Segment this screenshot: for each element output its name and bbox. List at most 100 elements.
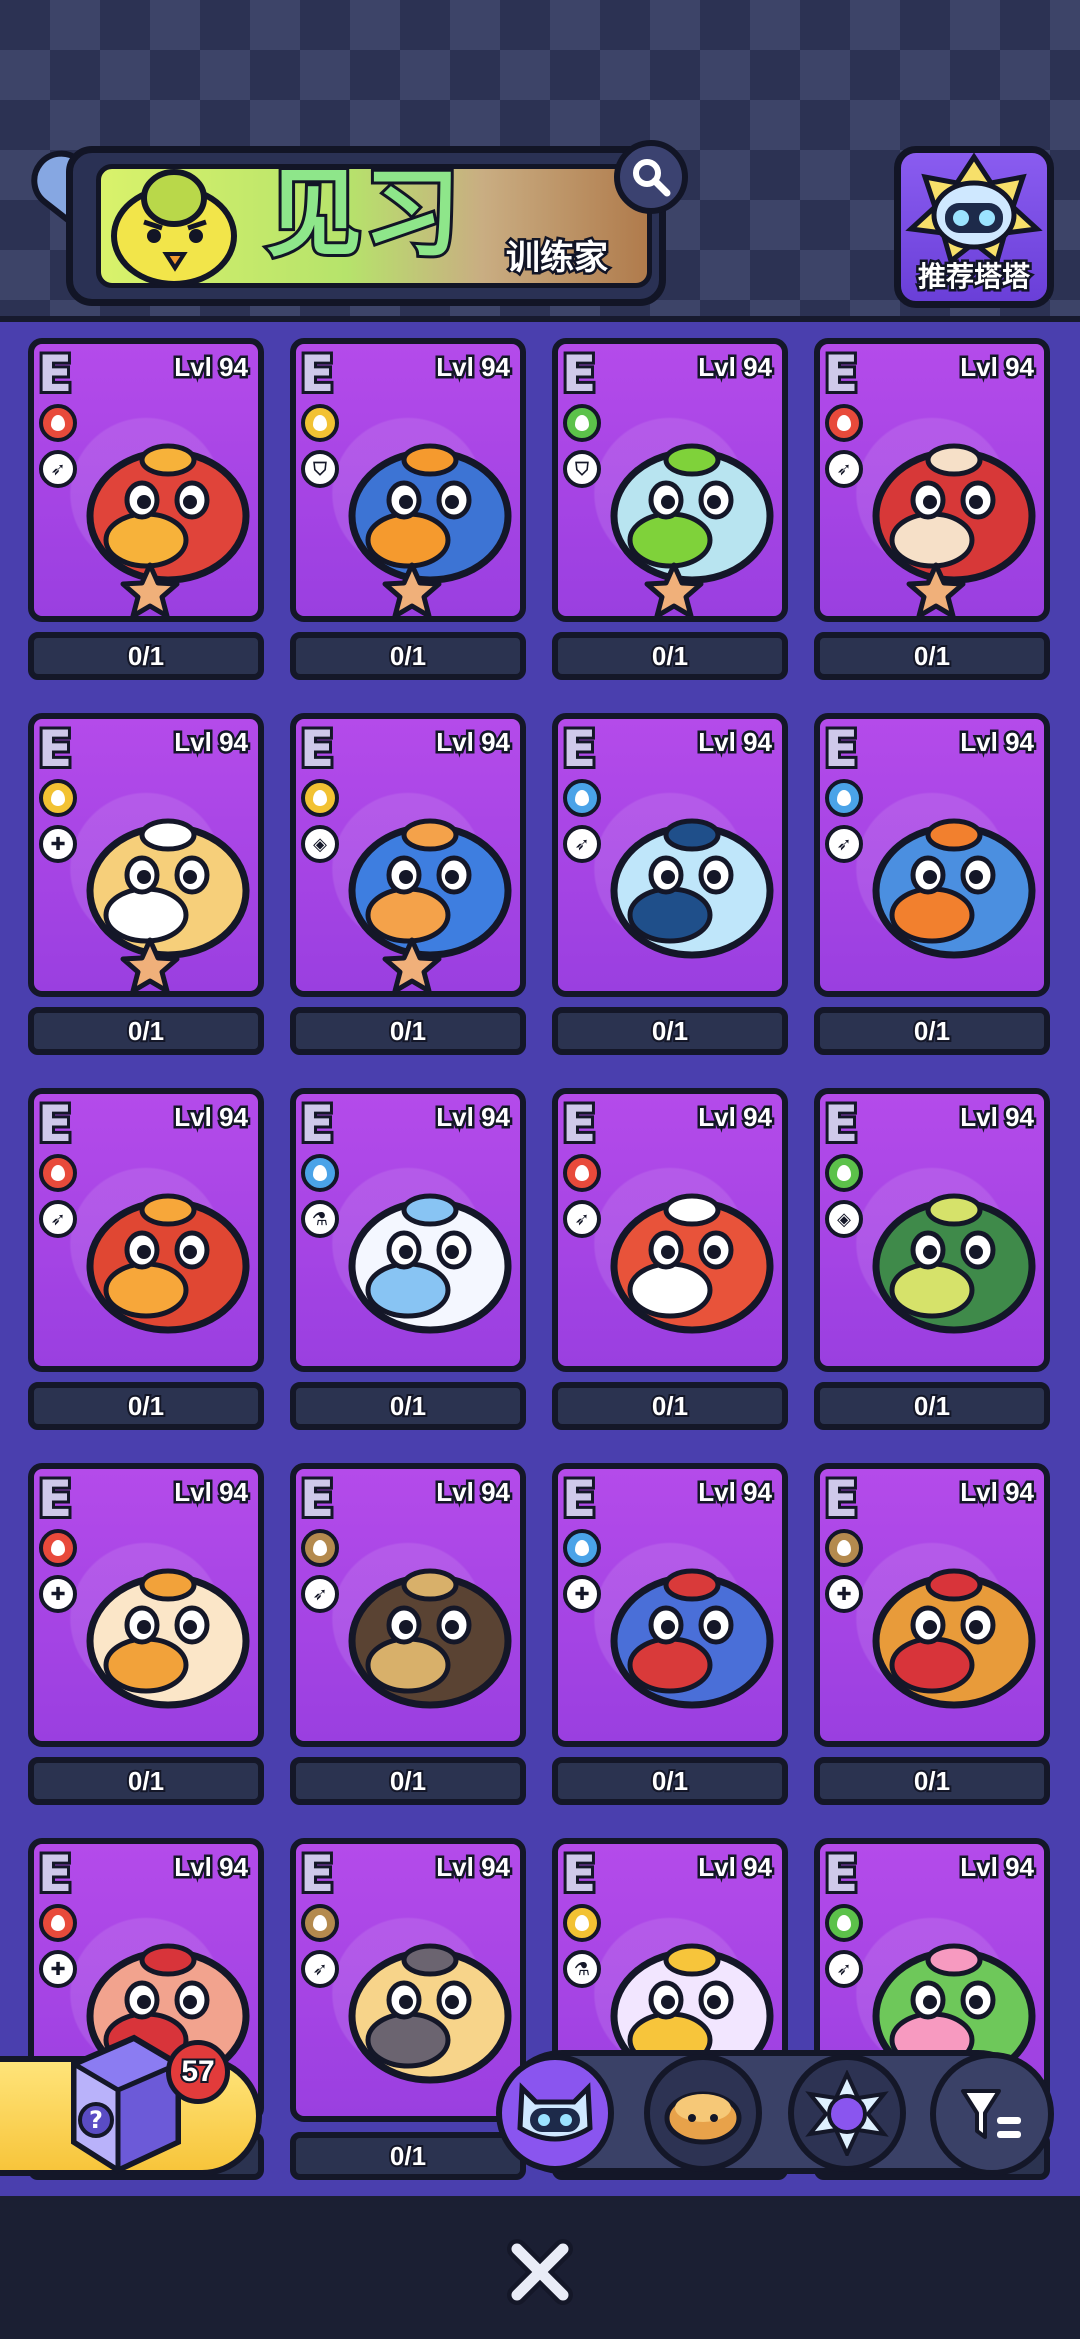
red-fox-icon: [610, 1193, 774, 1334]
mystery-box-icon[interactable]: ?: [54, 2024, 190, 2174]
rarity-letter: E: [559, 1844, 599, 1905]
creature-card[interactable]: E Lvl 94 ➶ 0/1: [290, 1838, 526, 2181]
level-label: Lvl 94: [434, 1475, 513, 1510]
collection-counter: 0/1: [552, 632, 788, 680]
card-frame[interactable]: E Lvl 94 ➶: [814, 338, 1050, 622]
rarity-letter: E: [821, 1844, 861, 1905]
search-button[interactable]: [614, 140, 688, 214]
pear-mascot-icon: [111, 169, 237, 287]
level-label: Lvl 94: [172, 350, 251, 385]
card-frame[interactable]: E Lvl 94 ✚: [814, 1463, 1050, 1747]
rarity-letter: E: [821, 719, 861, 780]
level-label: Lvl 94: [172, 1850, 251, 1885]
card-frame[interactable]: E Lvl 94 ➶: [28, 1088, 264, 1372]
star-icon: [644, 562, 704, 616]
rarity-letter: E: [297, 719, 337, 780]
title-banner[interactable]: 见习 训练家: [19, 138, 688, 306]
close-icon: [507, 2239, 573, 2305]
level-label: Lvl 94: [958, 1475, 1037, 1510]
collection-counter: 0/1: [290, 1757, 526, 1805]
level-label: Lvl 94: [172, 725, 251, 760]
card-frame[interactable]: E Lvl 94 ◈: [814, 1088, 1050, 1372]
card-frame[interactable]: E Lvl 94 ✚: [552, 1463, 788, 1747]
crystal-cat-icon: [805, 2070, 889, 2156]
ghost-bunny-icon: [348, 1193, 512, 1334]
card-frame[interactable]: E Lvl 94 ➶: [814, 713, 1050, 997]
collection-counter: 0/1: [28, 632, 264, 680]
creature-card[interactable]: E Lvl 94 ✚ 0/1: [814, 1463, 1050, 1806]
card-frame[interactable]: E Lvl 94 ⛉: [290, 338, 526, 622]
level-label: Lvl 94: [958, 725, 1037, 760]
star-icon: [906, 562, 966, 616]
rarity-letter: E: [559, 719, 599, 780]
rarity-letter: E: [297, 1844, 337, 1905]
collection-counter: 0/1: [814, 1007, 1050, 1055]
card-frame[interactable]: E Lvl 94 ➶: [28, 338, 264, 622]
star-icon: [382, 937, 442, 991]
creature-card[interactable]: E Lvl 94 ➶ 0/1: [290, 1463, 526, 1806]
star-icon: [120, 937, 180, 991]
creature-card[interactable]: E Lvl 94 ➶ 0/1: [28, 1088, 264, 1431]
creature-card[interactable]: E Lvl 94 ⛉ 0/1: [290, 338, 526, 681]
level-label: Lvl 94: [958, 1850, 1037, 1885]
collection-counter: 0/1: [28, 1007, 264, 1055]
sort-filter-button[interactable]: [930, 2052, 1054, 2176]
creature-card[interactable]: E Lvl 94 ◈ 0/1: [814, 1088, 1050, 1431]
collection-counter: 0/1: [290, 632, 526, 680]
creature-card[interactable]: E Lvl 94 ➶ 0/1: [552, 713, 788, 1056]
creature-card[interactable]: E Lvl 94 ⛉ 0/1: [552, 338, 788, 681]
creature-card[interactable]: E Lvl 94 ➶ 0/1: [814, 338, 1050, 681]
recommend-label: 推荐塔塔: [915, 258, 1032, 296]
star-icon: [120, 562, 180, 616]
creature-card[interactable]: E Lvl 94 ➶ 0/1: [28, 338, 264, 681]
level-label: Lvl 94: [434, 350, 513, 385]
creature-card[interactable]: E Lvl 94 ✚ 0/1: [552, 1463, 788, 1806]
creature-grid: E Lvl 94 ➶ 0/1 E Lvl 94 ⛉ 0/1 E Lvl 94 ⛉…: [28, 338, 1050, 2181]
level-label: Lvl 94: [172, 1475, 251, 1510]
rarity-letter: E: [35, 344, 75, 405]
collection-counter: 0/1: [290, 2132, 526, 2180]
creature-card[interactable]: E Lvl 94 ✚ 0/1: [28, 713, 264, 1056]
filter-funnel-icon: [961, 2089, 1021, 2139]
level-label: Lvl 94: [434, 1850, 513, 1885]
card-frame[interactable]: E Lvl 94 ⚗: [290, 1088, 526, 1372]
chick-icon: [86, 1568, 250, 1709]
bread-creature-icon: [664, 2091, 742, 2145]
top-header: 见习 训练家 推荐塔塔: [0, 0, 1080, 322]
level-label: Lvl 94: [958, 1100, 1037, 1135]
recommend-button[interactable]: 推荐塔塔: [894, 146, 1054, 308]
lucky-box-count: 57: [166, 2040, 230, 2104]
snail-icon: [348, 1943, 512, 2084]
card-frame[interactable]: E Lvl 94 ➶: [552, 713, 788, 997]
level-label: Lvl 94: [434, 1100, 513, 1135]
creature-card[interactable]: E Lvl 94 ⚗ 0/1: [290, 1088, 526, 1431]
card-frame[interactable]: E Lvl 94 ➶: [290, 1838, 526, 2122]
card-frame[interactable]: E Lvl 94 ◈: [290, 713, 526, 997]
creature-card[interactable]: E Lvl 94 ◈ 0/1: [290, 713, 526, 1056]
svg-text:?: ?: [89, 2106, 103, 2134]
card-frame[interactable]: E Lvl 94 ➶: [290, 1463, 526, 1747]
collection-counter: 0/1: [290, 1382, 526, 1430]
creature-card[interactable]: E Lvl 94 ➶ 0/1: [552, 1088, 788, 1431]
title-subtitle: 训练家: [504, 236, 611, 281]
filter-crystal[interactable]: [788, 2054, 906, 2172]
rarity-letter: E: [297, 1094, 337, 1155]
card-frame[interactable]: E Lvl 94 ✚: [28, 1463, 264, 1747]
level-label: Lvl 94: [958, 350, 1037, 385]
cat-bot-icon: [905, 152, 1043, 266]
filter-cat-bot[interactable]: [496, 2054, 614, 2172]
level-label: Lvl 94: [696, 1850, 775, 1885]
title-text: 见习: [263, 155, 463, 273]
card-frame[interactable]: E Lvl 94 ✚: [28, 713, 264, 997]
crab-icon: [610, 1568, 774, 1709]
card-frame[interactable]: E Lvl 94 ⛉: [552, 338, 788, 622]
rarity-letter: E: [35, 1469, 75, 1530]
creature-card[interactable]: E Lvl 94 ✚ 0/1: [28, 1463, 264, 1806]
close-button[interactable]: [500, 2232, 580, 2312]
creature-card[interactable]: E Lvl 94 ➶ 0/1: [814, 713, 1050, 1056]
collection-counter: 0/1: [552, 1382, 788, 1430]
rarity-letter: E: [821, 344, 861, 405]
card-frame[interactable]: E Lvl 94 ➶: [552, 1088, 788, 1372]
rarity-letter: E: [559, 1469, 599, 1530]
filter-bread[interactable]: [644, 2054, 762, 2172]
